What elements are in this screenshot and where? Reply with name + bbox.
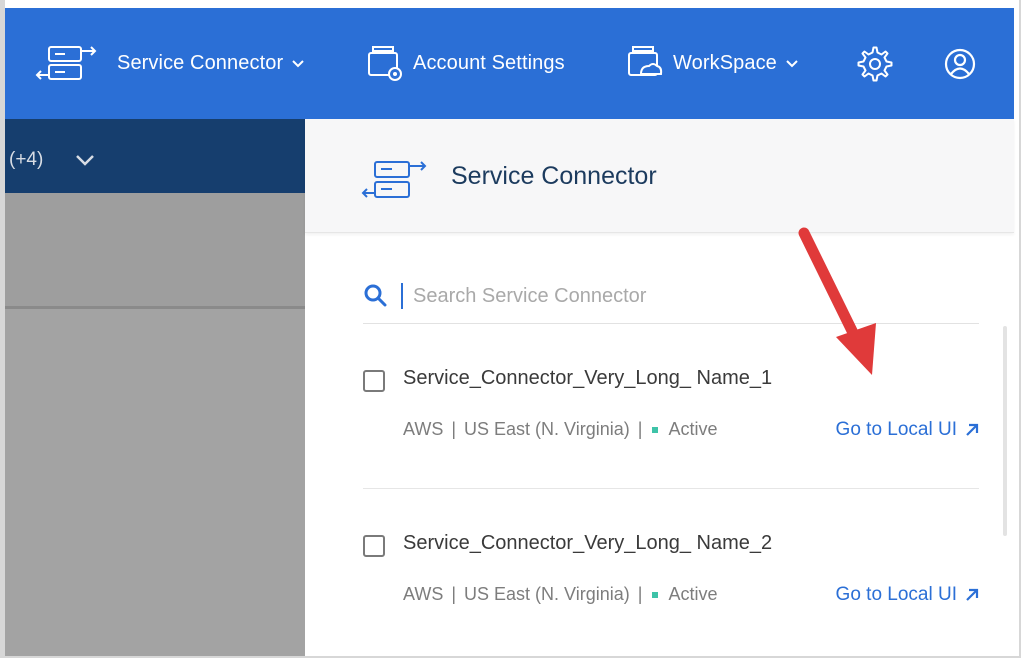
panel-header: Service Connector [305, 119, 1014, 233]
nav-service-connector-label: Service Connector [117, 52, 284, 74]
go-to-local-ui-link[interactable]: Go to Local UI [836, 584, 979, 606]
divider: | [637, 584, 643, 604]
left-panel-header: (+4) [5, 119, 305, 193]
connector-checkbox[interactable] [363, 370, 385, 392]
go-to-local-ui-label: Go to Local UI [835, 584, 957, 605]
scrollbar[interactable] [1003, 326, 1007, 536]
left-panel-body [5, 309, 305, 656]
service-connector-icon [361, 159, 431, 208]
connector-name: Service_Connector_Very_Long_ Name_2 [403, 532, 773, 554]
connector-checkbox[interactable] [363, 535, 385, 557]
left-panel-overlay: (+4) [5, 119, 305, 656]
connector-status: Active [668, 419, 718, 439]
service-connector-icon [35, 44, 105, 84]
account-settings-icon [365, 44, 405, 84]
settings-button[interactable] [857, 8, 893, 119]
filter-count: (+4) [9, 149, 44, 170]
status-indicator [652, 426, 659, 433]
search-cursor [401, 283, 403, 309]
panel-title: Service Connector [451, 162, 657, 190]
chevron-down-icon [291, 59, 305, 69]
connector-region: US East (N. Virginia) [464, 419, 630, 439]
connector-meta: AWS | US East (N. Virginia) | Active [403, 419, 717, 440]
left-panel-band [5, 193, 305, 309]
nav-account-settings[interactable]: Account Settings [365, 8, 565, 119]
go-to-local-ui-link[interactable]: Go to Local UI [836, 419, 979, 441]
nav-service-connector[interactable]: Service Connector [35, 8, 305, 119]
divider: | [451, 584, 457, 604]
gear-icon [857, 46, 893, 82]
go-to-local-ui-label: Go to Local UI [835, 419, 957, 440]
search-icon[interactable] [363, 283, 389, 314]
external-link-icon [966, 423, 979, 436]
annotation-arrow-icon [798, 227, 876, 375]
nav-account-settings-label: Account Settings [413, 52, 565, 74]
divider: | [637, 419, 643, 439]
chevron-down-icon [785, 59, 799, 69]
connector-name: Service_Connector_Very_Long_ Name_1 [403, 367, 773, 389]
connector-provider: AWS [403, 584, 444, 604]
connector-region: US East (N. Virginia) [464, 584, 630, 604]
top-nav-bar: Service Connector Account Settings WorkS… [5, 8, 1014, 119]
workspace-icon [625, 44, 665, 84]
external-link-icon [966, 588, 979, 601]
chevron-down-icon[interactable] [75, 153, 95, 171]
user-menu-button[interactable] [943, 8, 977, 119]
connector-list-item: Service_Connector_Very_Long_ Name_2 AWS … [363, 529, 979, 656]
connector-status: Active [668, 584, 718, 604]
status-indicator [652, 591, 659, 598]
user-icon [943, 47, 977, 81]
nav-workspace[interactable]: WorkSpace [625, 8, 799, 119]
connector-provider: AWS [403, 419, 444, 439]
service-connector-panel: Service Connector Service_Connector_Very… [305, 119, 1014, 656]
nav-workspace-label: WorkSpace [673, 52, 777, 74]
connector-meta: AWS | US East (N. Virginia) | Active [403, 584, 717, 605]
divider: | [451, 419, 457, 439]
